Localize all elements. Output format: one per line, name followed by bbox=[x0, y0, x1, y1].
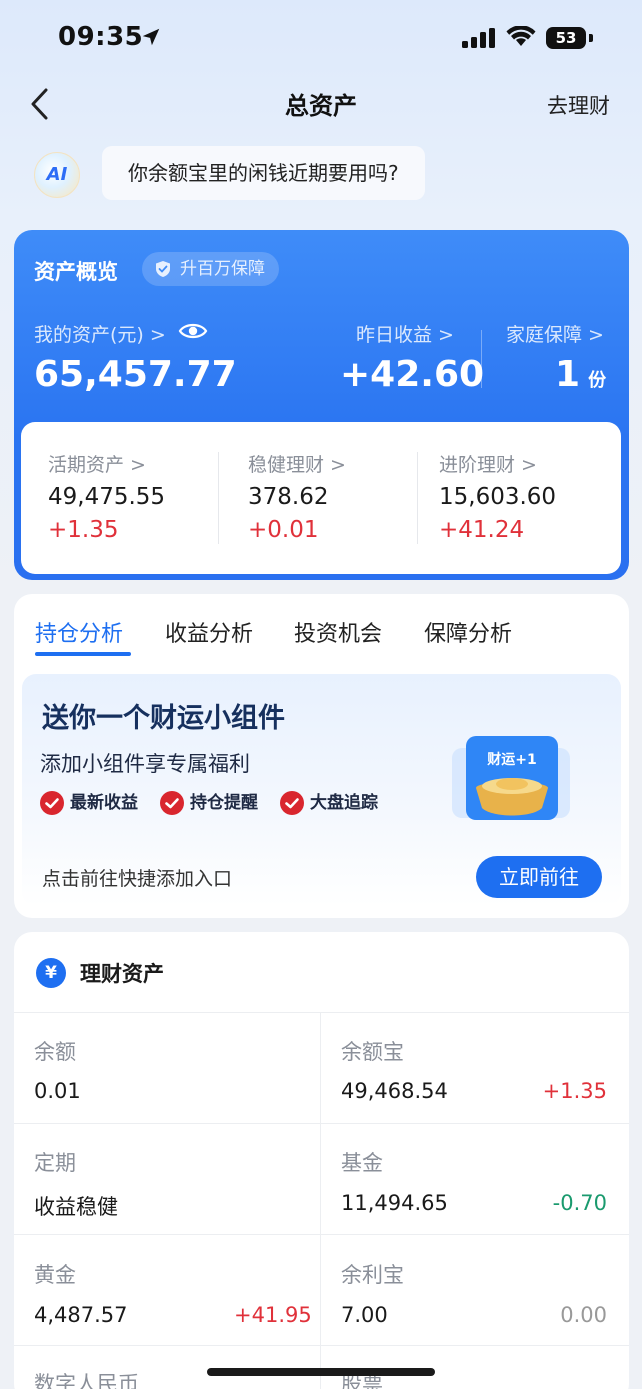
status-bar: 09:35 53 bbox=[0, 0, 642, 78]
wifi-icon bbox=[506, 26, 536, 46]
benefit-label: 持仓提醒 bbox=[190, 793, 258, 813]
stable-finance-item[interactable]: 稳健理财 > 378.62 +0.01 bbox=[248, 422, 418, 574]
breakdown-label: 活期资产 > bbox=[48, 454, 146, 476]
red-check-icon bbox=[280, 791, 304, 815]
location-arrow-icon bbox=[142, 28, 160, 46]
benefit-market-tracking: 大盘追踪 bbox=[280, 790, 378, 816]
family-protection-unit: 份 bbox=[588, 370, 607, 391]
breakdown-divider bbox=[417, 452, 418, 544]
ai-suggestion-bubble[interactable]: 你余额宝里的闲钱近期要用吗? bbox=[102, 146, 425, 200]
protection-badge-label: 升百万保障 bbox=[180, 259, 265, 279]
asset-value: 11,494.65 bbox=[341, 1191, 448, 1215]
yen-icon: ¥ bbox=[36, 958, 66, 988]
tab-investment-opportunities[interactable]: 投资机会 bbox=[294, 616, 382, 648]
breakdown-label: 稳健理财 > bbox=[248, 454, 346, 476]
battery-indicator: 53 bbox=[546, 27, 586, 49]
asset-value: 49,468.54 bbox=[341, 1079, 448, 1103]
asset-change: +1.35 bbox=[542, 1079, 607, 1103]
asset-overview-card: 资产概览 升百万保障 我的资产(元) > 65,457.77 昨日收益 > +4… bbox=[14, 230, 629, 580]
breakdown-change: +1.35 bbox=[48, 517, 119, 543]
grid-divider bbox=[14, 1012, 629, 1013]
family-protection-value: 1份 bbox=[555, 354, 606, 395]
benefit-label: 大盘追踪 bbox=[310, 793, 378, 813]
asset-label: 余额 bbox=[34, 1040, 76, 1064]
protection-upgrade-badge[interactable]: 升百万保障 bbox=[142, 252, 279, 286]
financial-assets-card: ¥ 理财资产 余额 0.01 余额宝 49,468.54 +1.35 定期 收益… bbox=[14, 932, 629, 1389]
grid-divider bbox=[14, 1234, 629, 1235]
tab-holdings-analysis[interactable]: 持仓分析 bbox=[35, 616, 123, 648]
tab-protection-analysis[interactable]: 保障分析 bbox=[424, 616, 512, 648]
ai-assistant-avatar[interactable]: AI bbox=[34, 152, 80, 198]
asset-label: 定期 bbox=[34, 1151, 76, 1175]
shield-check-icon bbox=[156, 261, 170, 277]
asset-change: 0.00 bbox=[560, 1303, 607, 1327]
widget-hint-text: 点击前往快捷添加入口 bbox=[42, 868, 233, 890]
asset-label: 基金 bbox=[341, 1151, 383, 1175]
benefit-latest-earnings: 最新收益 bbox=[40, 790, 138, 816]
asset-change: +41.95 bbox=[234, 1303, 312, 1327]
cellular-signal-icon bbox=[462, 28, 495, 48]
family-protection-label[interactable]: 家庭保障 > bbox=[506, 320, 604, 347]
grid-divider bbox=[14, 1345, 629, 1346]
metric-divider bbox=[481, 330, 482, 388]
gold-ingot-widget-icon: 财运+1 bbox=[452, 736, 570, 820]
asset-label: 黄金 bbox=[34, 1263, 76, 1287]
eye-visibility-icon[interactable] bbox=[178, 318, 208, 344]
back-button[interactable] bbox=[26, 86, 56, 122]
widget-title: 送你一个财运小组件 bbox=[42, 703, 285, 734]
my-assets-label[interactable]: 我的资产(元) > bbox=[34, 320, 166, 347]
breakdown-value: 15,603.60 bbox=[439, 484, 557, 510]
battery-tip bbox=[589, 34, 593, 42]
go-invest-link[interactable]: 去理财 bbox=[547, 90, 610, 120]
financial-assets-title: 理财资产 bbox=[80, 962, 164, 986]
demand-assets-item[interactable]: 活期资产 > 49,475.55 +1.35 bbox=[48, 422, 218, 574]
breakdown-divider bbox=[218, 452, 219, 544]
benefit-holding-reminder: 持仓提醒 bbox=[160, 790, 258, 816]
overview-title: 资产概览 bbox=[34, 260, 118, 284]
yesterday-earnings-value: +42.60 bbox=[340, 354, 485, 395]
asset-change: -0.70 bbox=[552, 1191, 607, 1215]
widget-subtitle: 添加小组件享专属福利 bbox=[40, 752, 250, 776]
asset-value: 收益稳健 bbox=[34, 1195, 118, 1219]
benefit-label: 最新收益 bbox=[70, 793, 138, 813]
breakdown-value: 378.62 bbox=[248, 484, 329, 510]
home-indicator[interactable] bbox=[207, 1368, 435, 1376]
family-protection-count: 1 bbox=[555, 354, 581, 395]
grid-divider bbox=[14, 1123, 629, 1124]
status-time: 09:35 bbox=[58, 22, 144, 52]
active-tab-indicator bbox=[35, 652, 131, 656]
grid-divider-vertical bbox=[320, 1012, 321, 1389]
go-now-button[interactable]: 立即前往 bbox=[476, 856, 602, 898]
widget-promo-banner[interactable]: 送你一个财运小组件 添加小组件享专属福利 最新收益 持仓提醒 大盘追踪 财运+1… bbox=[22, 674, 621, 906]
red-check-icon bbox=[160, 791, 184, 815]
analysis-card: 持仓分析 收益分析 投资机会 保障分析 送你一个财运小组件 添加小组件享专属福利… bbox=[14, 594, 629, 918]
breakdown-value: 49,475.55 bbox=[48, 484, 166, 510]
advanced-finance-item[interactable]: 进阶理财 > 15,603.60 +41.24 bbox=[439, 422, 609, 574]
asset-value: 0.01 bbox=[34, 1079, 81, 1103]
page-title: 总资产 bbox=[285, 92, 357, 120]
red-check-icon bbox=[40, 791, 64, 815]
asset-label: 余额宝 bbox=[341, 1040, 404, 1064]
asset-label: 余利宝 bbox=[341, 1263, 404, 1287]
asset-breakdown-card: 活期资产 > 49,475.55 +1.35 稳健理财 > 378.62 +0.… bbox=[21, 422, 621, 574]
asset-label: 数字人民币 bbox=[34, 1372, 139, 1389]
breakdown-change: +0.01 bbox=[248, 517, 319, 543]
breakdown-label: 进阶理财 > bbox=[439, 454, 537, 476]
yesterday-earnings-label[interactable]: 昨日收益 > bbox=[356, 320, 454, 347]
tab-earnings-analysis[interactable]: 收益分析 bbox=[165, 616, 253, 648]
asset-value: 7.00 bbox=[341, 1303, 388, 1327]
my-assets-value: 65,457.77 bbox=[34, 354, 237, 395]
asset-value: 4,487.57 bbox=[34, 1303, 128, 1327]
breakdown-change: +41.24 bbox=[439, 517, 525, 543]
widget-badge-text: 财运+1 bbox=[486, 751, 536, 768]
